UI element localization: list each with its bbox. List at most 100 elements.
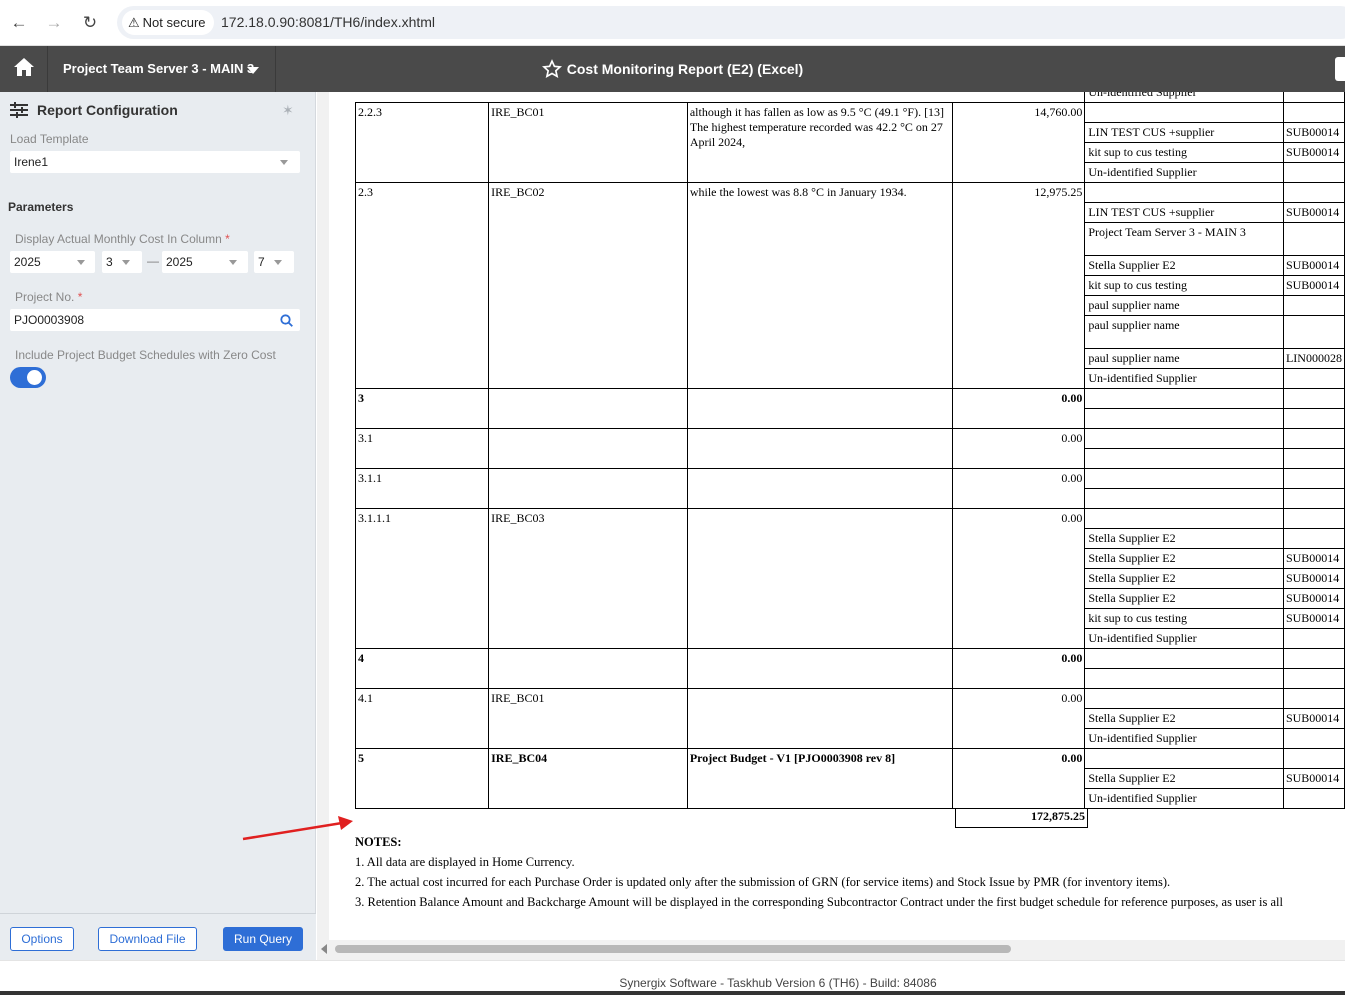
from-month-select[interactable]: 3 [102, 251, 142, 273]
supplier-name-cell: Stella Supplier E2 [1084, 568, 1284, 589]
description-cell [686, 388, 954, 429]
code-cell: 2.2.3 [354, 102, 490, 183]
table-row: 4 0.00 [354, 648, 1345, 689]
project-no-input[interactable]: PJO0003908 [10, 309, 300, 331]
caret-down-icon [247, 67, 259, 74]
toggle-knob [27, 370, 42, 385]
back-icon[interactable]: ← [8, 12, 30, 34]
forward-icon[interactable]: → [43, 12, 65, 34]
to-month-select[interactable]: 7 [254, 251, 294, 273]
url-text[interactable]: 172.18.0.90:8081/TH6/index.xhtml [221, 6, 435, 39]
table-row: 3.1.1.1 IRE_BC03 0.00 [354, 508, 1345, 649]
code-cell: 3.1.1 [354, 468, 490, 509]
code-cell: 2.3 [354, 182, 490, 389]
amount-cell: 0.00 [952, 388, 1086, 429]
scroll-left-icon[interactable] [321, 944, 327, 954]
search-icon[interactable] [280, 314, 293, 327]
horizontal-scrollbar[interactable] [317, 940, 1345, 960]
amount-cell: 0.00 [952, 748, 1086, 809]
supplier-name-cell: Stella Supplier E2 [1084, 768, 1284, 789]
table-row: 3.1 0.00 [354, 428, 1345, 469]
zero-cost-toggle[interactable] [10, 367, 46, 388]
description-cell: while the lowest was 8.8 °C in January 1… [686, 182, 954, 389]
supplier-id-cell [1282, 368, 1345, 389]
project-selector[interactable]: Project Team Server 3 - MAIN 3 [48, 46, 276, 92]
supplier-id-cell: SUB00014 [1282, 275, 1345, 296]
supplier-name-cell [1084, 668, 1284, 689]
supplier-name-cell [1084, 508, 1284, 529]
supplier-name-cell: kit sup to cus testing [1084, 142, 1284, 163]
amount-cell: 0.00 [952, 508, 1086, 649]
supplier-name-cell: Stella Supplier E2 [1084, 588, 1284, 609]
options-button[interactable]: Options [10, 927, 74, 951]
search-icon[interactable] [1335, 57, 1345, 81]
download-file-button[interactable]: Download File [98, 927, 197, 951]
supplier-id-cell: SUB00014 [1282, 548, 1345, 569]
bottom-edge [0, 991, 1345, 995]
cost-report-table: Un-identified Supplier 2.2.3 IRE_BC01 altho… [354, 92, 1345, 809]
supplier-name-cell: paul supplier name [1084, 295, 1284, 316]
description-cell [686, 468, 954, 509]
supplier-id-cell [1282, 388, 1345, 409]
supplier-name-cell [1084, 468, 1284, 489]
annotation-arrow-icon [242, 816, 353, 841]
supplier-id-cell [1282, 315, 1345, 349]
supplier-name-cell [1084, 748, 1284, 769]
budget-code-cell: IRE_BC03 [488, 508, 688, 649]
supplier-id-cell [1282, 788, 1345, 809]
notes-title: NOTES: [355, 835, 402, 849]
report-notes: NOTES: 1. All data are displayed in Home… [355, 828, 1345, 912]
reload-icon[interactable]: ↻ [79, 12, 101, 34]
supplier-name-cell [1084, 648, 1284, 669]
scrollbar-thumb[interactable] [335, 945, 1011, 953]
supplier-name-cell: Stella Supplier E2 [1084, 255, 1284, 276]
budget-code-cell [488, 388, 688, 429]
supplier-name-cell: Un-identified Supplier [1084, 788, 1284, 809]
app-footer: Synergix Software - Taskhub Version 6 (T… [0, 960, 1345, 995]
table-row: 3.1.1 0.00 [354, 468, 1345, 509]
supplier-id-cell: SUB00014 [1282, 142, 1345, 163]
amount-cell: 14,760.00 [952, 102, 1086, 183]
supplier-name-cell [1084, 488, 1284, 509]
sliders-icon [10, 102, 28, 118]
code-cell: 5 [354, 748, 490, 809]
code-cell: 3 [354, 388, 490, 429]
pin-icon[interactable]: ✶ [282, 102, 294, 119]
budget-code-cell [488, 648, 688, 689]
to-year-select[interactable]: 2025 [162, 251, 248, 273]
code-cell: 3.1.1.1 [354, 508, 490, 649]
amount-cell: 0.00 [952, 688, 1086, 749]
supplier-name-cell: Un-identified Supplier [1084, 92, 1284, 103]
chevron-down-icon [274, 260, 282, 265]
description-cell [686, 648, 954, 689]
security-chip[interactable]: ⚠ Not secure [122, 10, 214, 35]
supplier-id-cell [1282, 628, 1345, 649]
supplier-id-cell [1282, 488, 1345, 509]
supplier-name-cell: paul supplier name [1084, 315, 1284, 349]
from-year-select[interactable]: 2025 [10, 251, 95, 273]
load-template-select[interactable]: Irene1 [10, 151, 300, 173]
supplier-name-cell [1084, 448, 1284, 469]
warning-icon: ⚠ [128, 15, 140, 30]
amount-cell: 0.00 [952, 428, 1086, 469]
supplier-name-cell [1084, 388, 1284, 409]
supplier-id-cell [1282, 648, 1345, 669]
panel-title: Report Configuration [10, 102, 178, 118]
supplier-id-cell [1282, 748, 1345, 769]
project-no-label: Project No. * [15, 290, 83, 304]
supplier-name-cell [1084, 688, 1284, 709]
run-query-button[interactable]: Run Query [223, 927, 303, 951]
load-template-label: Load Template [10, 132, 89, 146]
app-header: Cost Monitoring Report (E2) (Excel) Proj… [0, 46, 1345, 92]
grand-total: 172,875.25 [955, 808, 1088, 828]
star-icon[interactable] [541, 59, 562, 79]
chevron-down-icon [77, 260, 85, 265]
home-button[interactable] [0, 46, 48, 92]
supplier-name-cell: Stella Supplier E2 [1084, 708, 1284, 729]
code-cell: 3.1 [354, 428, 490, 469]
report-preview[interactable]: Un-identified Supplier 2.2.3 IRE_BC01 altho… [317, 92, 1345, 940]
supplier-id-cell [1282, 295, 1345, 316]
amount-cell: 0.00 [952, 468, 1086, 509]
address-bar[interactable]: ⚠ Not secure 172.18.0.90:8081/TH6/index.x… [117, 6, 1345, 39]
amount-cell: 0.00 [952, 648, 1086, 689]
